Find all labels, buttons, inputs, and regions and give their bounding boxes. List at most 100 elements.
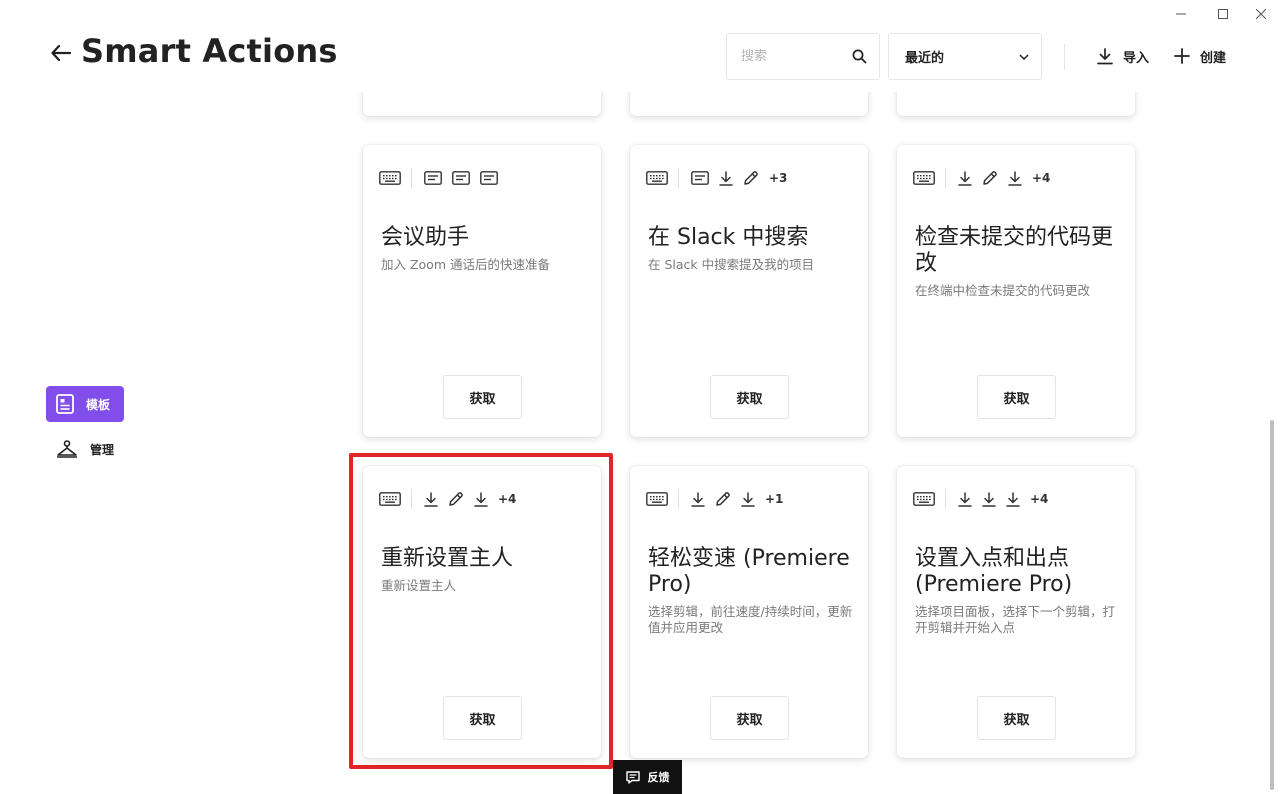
card-title: 检查未提交的代码更改 [915,225,1114,276]
get-button[interactable]: 获取 [977,696,1056,740]
arrow-left-icon [51,45,71,61]
card-title-block: 轻松变速 (Premiere Pro) 选择剪辑，前往速度/持续时间，更新值并应… [648,546,858,636]
action-card: 会议助手 加入 Zoom 通话后的快速准备 获取 [363,145,601,437]
divider [945,168,946,188]
create-button[interactable]: 创建 [1174,44,1226,68]
sort-selected-value: 最近的 [905,51,945,66]
more-count: +4 [1032,171,1051,185]
keyboard-icon [646,171,668,185]
download-icon [958,491,972,507]
action-card: +4 重新设置主人 重新设置主人 获取 [363,466,601,758]
header: Smart Actions 最近的 导入 创建 [0,0,1280,92]
card-title: 轻松变速 (Premiere Pro) [648,546,850,597]
download-icon [1006,491,1020,507]
get-button[interactable]: 获取 [443,375,522,419]
hanger-icon [57,440,77,458]
download-icon [691,491,705,507]
back-button[interactable] [50,40,72,66]
card-title: 会议助手 [381,225,470,250]
card-title: 重新设置主人 [381,546,514,571]
divider [678,168,679,188]
search-input[interactable] [741,49,841,64]
sidebar-item-manage[interactable]: 管理 [46,431,124,467]
divider [411,489,412,509]
template-icon [56,394,74,414]
sidebar-item-label: 管理 [90,442,115,457]
text-icon [452,171,470,185]
download-icon [741,491,755,507]
card-description: 在终端中检查未提交的代码更改 [915,283,1091,298]
divider [678,489,679,509]
get-button[interactable]: 获取 [710,375,789,419]
keyboard-icon [379,171,401,185]
card-description: 选择剪辑，前往速度/持续时间，更新值并应用更改 [648,604,853,635]
feedback-label: 反馈 [647,771,670,784]
more-count: +1 [765,492,784,506]
card-icon-row: +4 [913,489,1048,509]
card-description: 重新设置主人 [381,578,457,593]
sort-select[interactable]: 最近的 [888,33,1042,80]
page-title: Smart Actions [81,32,338,70]
download-icon [1008,170,1022,186]
download-icon [424,491,438,507]
card-icon-row: +3 [646,168,787,188]
text-icon [480,171,498,185]
sidebar-item-templates[interactable]: 模板 [46,386,124,422]
card-title-block: 重新设置主人 重新设置主人 [381,546,591,594]
text-icon [691,171,709,185]
more-count: +3 [769,171,788,185]
get-button[interactable]: 获取 [977,375,1056,419]
download-icon [1097,47,1113,64]
import-button[interactable]: 导入 [1097,44,1149,68]
download-icon [982,491,996,507]
close-button[interactable] [1242,0,1280,28]
action-card: +4 设置入点和出点 (Premiere Pro) 选择项目面板，选择下一个剪辑… [897,466,1135,758]
maximize-button[interactable] [1204,0,1242,28]
card-icon-row [379,168,508,188]
card-title-block: 检查未提交的代码更改 在终端中检查未提交的代码更改 [915,225,1125,299]
card-description: 在 Slack 中搜索提及我的项目 [648,257,815,272]
card-icon-row: +1 [646,489,783,509]
download-icon [719,170,733,186]
pencil-icon [743,170,759,186]
plus-icon [1174,48,1190,64]
search-icon[interactable] [852,49,867,64]
card-title-block: 设置入点和出点 (Premiere Pro) 选择项目面板，选择下一个剪辑，打开… [915,546,1125,636]
minimize-button[interactable] [1158,0,1204,28]
card-icon-row: +4 [913,168,1050,188]
card-icon-row: +4 [379,489,516,509]
action-card: +4 检查未提交的代码更改 在终端中检查未提交的代码更改 获取 [897,145,1135,437]
more-count: +4 [498,492,517,506]
sidebar-item-label: 模板 [86,397,111,412]
card-title-block: 会议助手 加入 Zoom 通话后的快速准备 [381,225,591,273]
chevron-down-icon [1019,53,1029,60]
card-title-block: 在 Slack 中搜索 在 Slack 中搜索提及我的项目 [648,225,858,273]
window-controls [1158,0,1280,28]
download-icon [474,491,488,507]
feedback-button[interactable]: 反馈 [613,760,682,794]
more-count: +4 [1030,492,1049,506]
create-label: 创建 [1200,50,1227,66]
card-description: 加入 Zoom 通话后的快速准备 [381,257,550,272]
divider [1064,44,1065,70]
divider [945,489,946,509]
get-button[interactable]: 获取 [443,696,522,740]
keyboard-icon [913,171,935,185]
card-title: 在 Slack 中搜索 [648,225,809,250]
pencil-icon [982,170,998,186]
import-label: 导入 [1123,50,1150,66]
search-box[interactable] [726,33,880,80]
card-title: 设置入点和出点 (Premiere Pro) [915,546,1073,597]
keyboard-icon [913,492,935,506]
action-card: +1 轻松变速 (Premiere Pro) 选择剪辑，前往速度/持续时间，更新… [630,466,868,758]
text-icon [424,171,442,185]
download-icon [958,170,972,186]
pencil-icon [715,491,731,507]
get-button[interactable]: 获取 [710,696,789,740]
scrollbar[interactable] [1270,420,1274,790]
pencil-icon [448,491,464,507]
divider [411,168,412,188]
card-description: 选择项目面板，选择下一个剪辑，打开剪辑并开始入点 [915,604,1116,635]
chat-icon [625,770,640,784]
keyboard-icon [379,492,401,506]
